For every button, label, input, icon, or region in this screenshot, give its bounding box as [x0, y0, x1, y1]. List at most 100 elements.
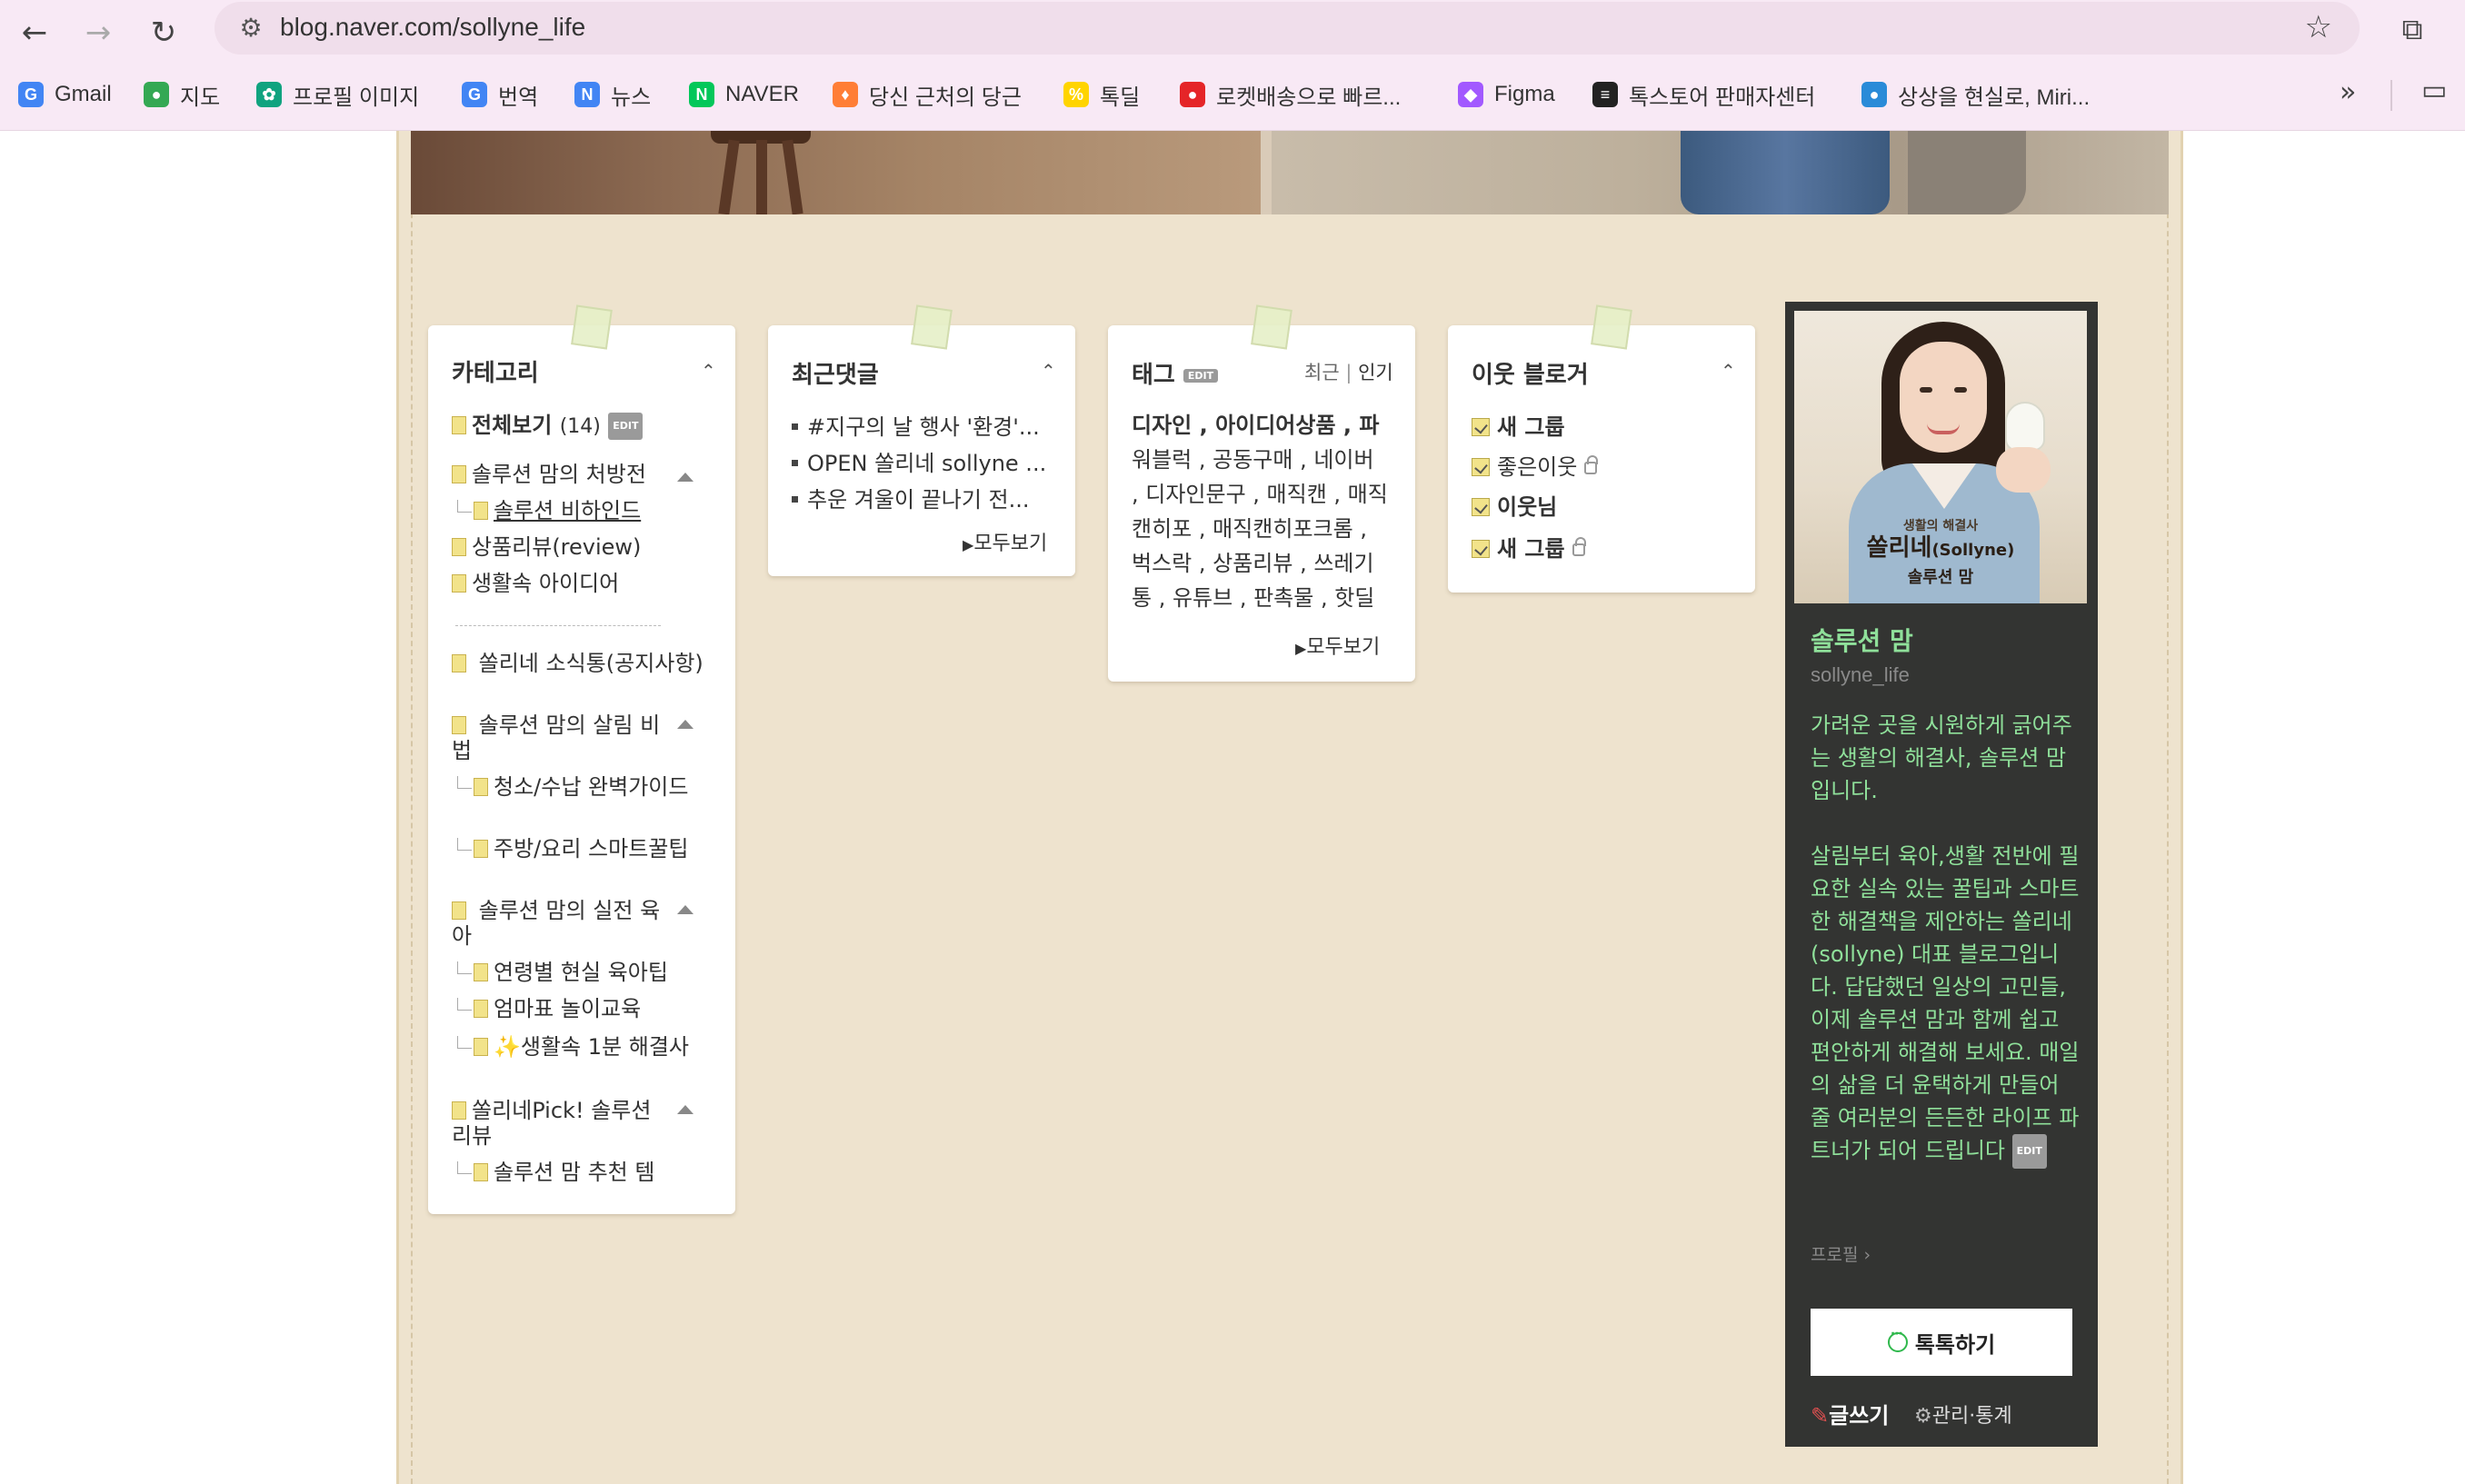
category-item-label[interactable]: 솔루션 맘 추천 템: [494, 1160, 654, 1185]
category-item[interactable]: 솔루션 비하인드: [457, 498, 641, 523]
category-item-label[interactable]: 청소/수납 완벽가이드: [494, 774, 688, 800]
address-bar[interactable]: ⚙ blog.naver.com/sollyne_life ☆: [215, 2, 2360, 55]
bookmark-star-icon[interactable]: ☆: [2305, 9, 2332, 45]
bookmark-item[interactable]: N NAVER: [689, 76, 799, 113]
bookmark-item[interactable]: ● 지도: [144, 76, 220, 113]
category-item-label[interactable]: 상품리뷰(review): [472, 534, 641, 560]
tab-popular[interactable]: 인기: [1358, 362, 1393, 383]
talktalk-label[interactable]: 톡톡하기: [1915, 1327, 1995, 1359]
tag-line[interactable]: 통 , 유튜브 , 판촉물 , 핫딜: [1132, 585, 1374, 611]
comment-item[interactable]: 추운 겨울이 끝나기 전...: [792, 487, 1030, 513]
bookmark-item[interactable]: G Gmail: [18, 76, 112, 113]
bookmark-item[interactable]: ≡ 톡스토어 판매자센터: [1592, 76, 1815, 113]
bookmark-item[interactable]: N 뉴스: [574, 76, 651, 113]
tag-line[interactable]: 워블럭 , 공동구매 , 네이버: [1132, 447, 1374, 473]
category-item[interactable]: 쏠리네 소식통(공지사항): [452, 651, 715, 676]
url-text[interactable]: blog.naver.com/sollyne_life: [280, 13, 585, 42]
category-item-label[interactable]: 솔루션 맘의 처방전: [472, 462, 646, 487]
neighbor-group[interactable]: 이웃님: [1472, 494, 1557, 520]
profile-image[interactable]: 생활의 해결사 쏠리네(Sollyne) 솔루션 맘: [1794, 311, 2087, 603]
tag-line[interactable]: 캔히포 , 매직캔히포크롬 ,: [1132, 516, 1367, 542]
neighbor-group[interactable]: 좋은이웃: [1472, 454, 1599, 480]
category-item[interactable]: 솔루션 맘 추천 템: [457, 1160, 654, 1185]
bookmark-label[interactable]: 지도: [180, 79, 220, 111]
neighbor-group[interactable]: 새 그룹: [1472, 414, 1565, 440]
collapse-icon[interactable]: ⌃: [701, 360, 716, 382]
category-item-label[interactable]: 주방/요리 스마트꿀팁: [494, 836, 688, 862]
write-post-link[interactable]: ✎글쓰기: [1811, 1398, 1889, 1429]
bookmark-item[interactable]: ◆ Figma: [1458, 76, 1555, 113]
bookmark-item[interactable]: ✿ 프로필 이미지: [256, 76, 419, 113]
category-item-label[interactable]: 솔루션 비하인드: [494, 498, 641, 523]
forward-icon[interactable]: →: [73, 7, 124, 58]
manage-label[interactable]: 관리·통계: [1932, 1405, 2012, 1428]
comment-item[interactable]: OPEN 쏠리네 sollyne ...: [792, 451, 1046, 476]
category-item-label[interactable]: 솔루션 맘의 실전 육아: [452, 898, 660, 949]
bookmark-label[interactable]: 상상을 현실로, Miri...: [1898, 79, 2090, 111]
bookmark-label[interactable]: 톡스토어 판매자센터: [1629, 79, 1815, 111]
bookmark-label[interactable]: 프로필 이미지: [293, 79, 419, 111]
category-item[interactable]: 솔루션 맘의 처방전: [452, 462, 646, 487]
talktalk-button[interactable]: 톡톡하기: [1811, 1309, 2072, 1376]
chevron-double-right-icon[interactable]: »: [2340, 76, 2356, 108]
tags-more-link[interactable]: ▶모두보기: [1295, 631, 1380, 660]
bookmark-label[interactable]: 톡딜: [1100, 79, 1140, 111]
bookmark-item[interactable]: ♦ 당신 근처의 당근: [833, 76, 1022, 113]
bookmark-label[interactable]: NAVER: [725, 82, 799, 107]
profile-nickname[interactable]: 솔루션 맘: [1811, 622, 1913, 658]
comment-text[interactable]: 추운 겨울이 끝나기 전...: [807, 487, 1030, 513]
neighbor-group-label[interactable]: 새 그룹: [1497, 536, 1565, 562]
collapse-triangle-icon[interactable]: [677, 720, 694, 729]
comment-text[interactable]: OPEN 쏠리네 sollyne ...: [807, 451, 1046, 476]
category-item[interactable]: 엄마표 놀이교육: [457, 996, 641, 1021]
edit-badge[interactable]: EDIT: [1183, 369, 1219, 383]
more-label[interactable]: 모두보기: [1306, 636, 1380, 659]
bookmark-label[interactable]: 로켓배송으로 빠르...: [1216, 79, 1401, 111]
category-item[interactable]: 청소/수납 완벽가이드: [457, 774, 712, 800]
profile-link-label[interactable]: 프로필: [1811, 1245, 1858, 1265]
category-item[interactable]: 주방/요리 스마트꿀팁: [457, 836, 712, 862]
tag-line[interactable]: 벅스락 , 상품리뷰 , 쓰레기: [1132, 551, 1374, 576]
checkbox-icon[interactable]: [1472, 418, 1490, 436]
collapse-triangle-icon[interactable]: [677, 1105, 694, 1114]
neighbor-group-label[interactable]: 좋은이웃: [1497, 454, 1577, 480]
category-item-label[interactable]: 생활속 1분 해결사: [521, 1034, 689, 1060]
category-item[interactable]: ✨생활속 1분 해결사: [457, 1034, 712, 1060]
site-settings-icon[interactable]: ⚙: [235, 11, 267, 44]
profile-link[interactable]: 프로필 ›: [1811, 1241, 1871, 1266]
tab-recent[interactable]: 최근: [1304, 362, 1340, 383]
checkbox-icon[interactable]: [1472, 540, 1490, 558]
edit-badge[interactable]: EDIT: [608, 413, 644, 440]
category-item[interactable]: 쏠리네Pick! 솔루션 리뷰: [452, 1098, 670, 1149]
category-all[interactable]: 전체보기 (14) EDIT: [452, 413, 644, 440]
edit-badge[interactable]: EDIT: [2011, 1134, 2047, 1169]
category-item[interactable]: 생활속 아이디어: [452, 571, 619, 596]
bookmark-label[interactable]: Gmail: [55, 82, 112, 107]
category-item[interactable]: 상품리뷰(review): [452, 534, 641, 560]
comment-text[interactable]: #지구의 날 행사 '환경'...: [807, 414, 1040, 440]
category-all-label[interactable]: 전체보기: [472, 413, 552, 438]
bookmark-item[interactable]: ● 로켓배송으로 빠르...: [1180, 76, 1401, 113]
manage-stats-link[interactable]: ⚙관리·통계: [1914, 1399, 2012, 1429]
collapse-triangle-icon[interactable]: [677, 905, 694, 914]
bookmark-label[interactable]: 번역: [498, 79, 538, 111]
category-item-label[interactable]: 엄마표 놀이교육: [494, 996, 641, 1021]
neighbor-group[interactable]: 새 그룹: [1472, 536, 1586, 562]
collapse-icon[interactable]: ⌃: [1041, 360, 1056, 382]
checkbox-icon[interactable]: [1472, 458, 1490, 476]
tag-line[interactable]: 디자인 , 아이디어상품 , 파: [1132, 413, 1379, 438]
category-item-label[interactable]: 쏠리네Pick! 솔루션 리뷰: [452, 1098, 651, 1149]
category-item[interactable]: 연령별 현실 육아팁: [457, 960, 668, 985]
category-item[interactable]: 솔루션 맘의 실전 육아: [452, 898, 661, 949]
bookmark-item[interactable]: ● 상상을 현실로, Miri...: [1861, 76, 2090, 113]
folder-icon[interactable]: ▭: [2421, 75, 2447, 106]
category-item-label[interactable]: 연령별 현실 육아팁: [494, 960, 668, 985]
neighbor-group-label[interactable]: 이웃님: [1497, 494, 1557, 520]
collapse-icon[interactable]: ⌃: [1721, 360, 1736, 382]
write-label[interactable]: 글쓰기: [1829, 1403, 1889, 1429]
more-label[interactable]: 모두보기: [973, 533, 1047, 555]
category-item-label[interactable]: 쏠리네 소식통(공지사항): [479, 651, 704, 676]
comment-item[interactable]: #지구의 날 행사 '환경'...: [792, 414, 1040, 440]
reload-icon[interactable]: ↻: [138, 7, 189, 58]
collapse-triangle-icon[interactable]: [677, 473, 694, 482]
